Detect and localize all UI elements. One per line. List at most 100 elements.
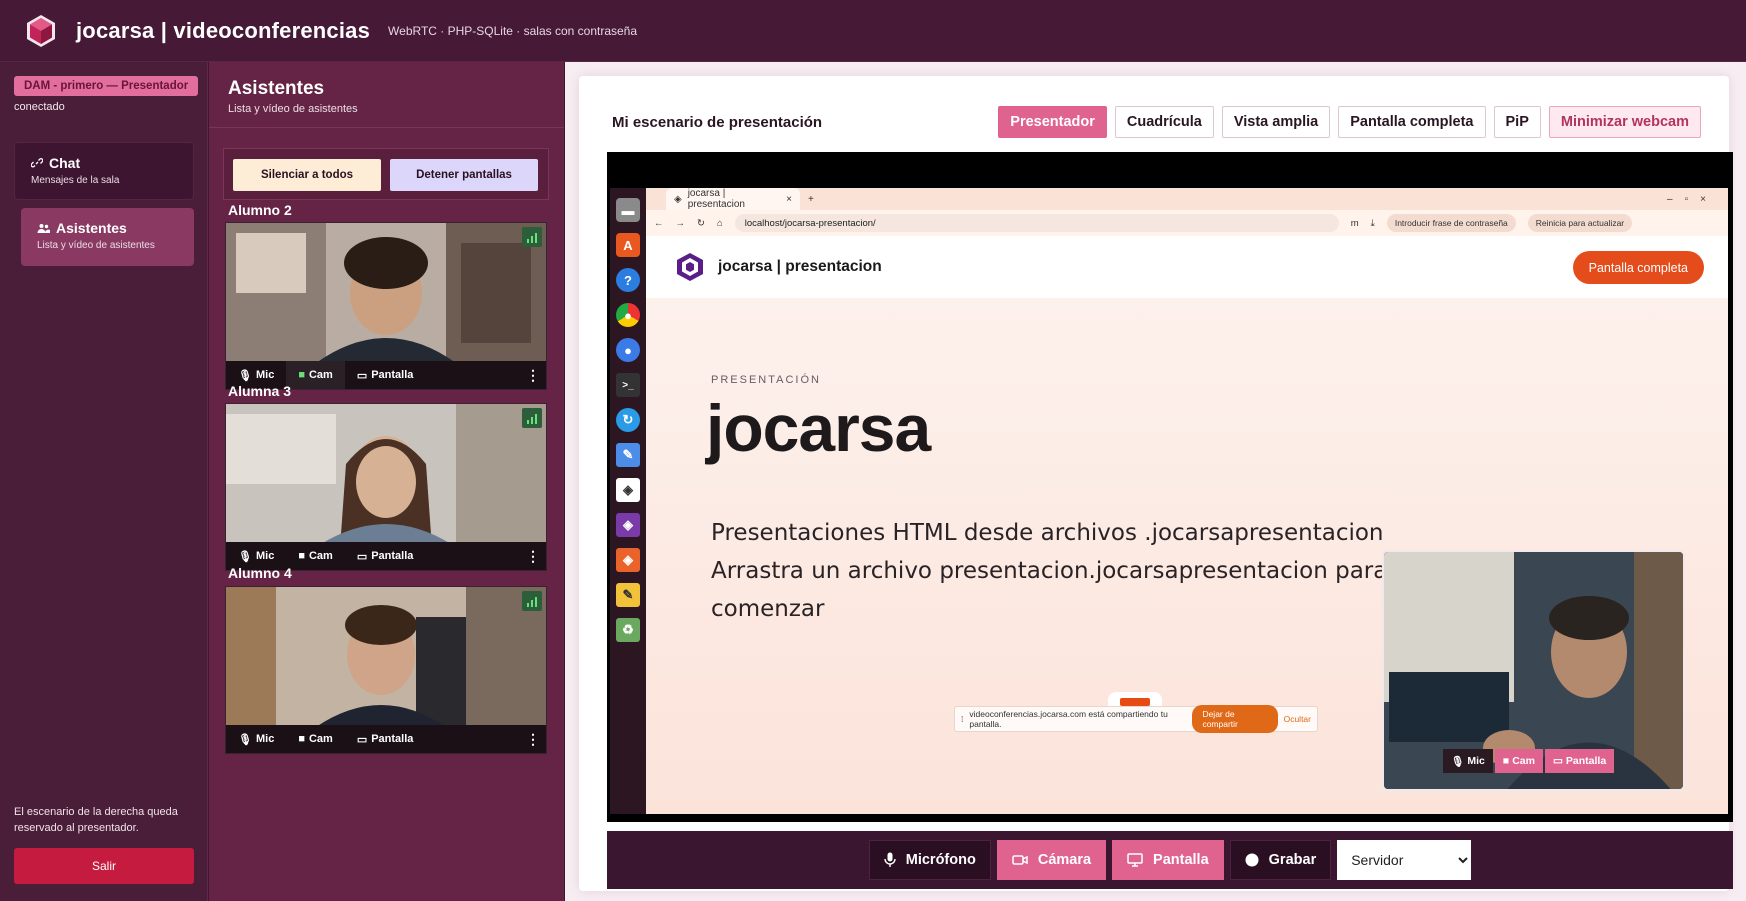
cube-orange-icon[interactable]: ◈: [616, 548, 640, 572]
attendee-name: Alumna 3: [228, 383, 292, 399]
microphone-button[interactable]: Micrófono: [868, 840, 991, 880]
tile-cam-label: Cam: [308, 369, 333, 381]
attendee-tile: 🎙 Mic ■ Cam ▭ Pantalla ⋮: [225, 403, 547, 571]
screen-icon: ▭: [356, 369, 368, 382]
tile-screen-button[interactable]: ▭ Pantalla: [345, 542, 426, 570]
view-fullscreen-button[interactable]: Pantalla completa: [1338, 106, 1486, 138]
window-controls-icon[interactable]: –▫×: [1667, 194, 1718, 205]
cube-purple-icon[interactable]: ◈: [616, 513, 640, 537]
tile-cam-label: Cam: [308, 733, 333, 745]
attendees-header: Asistentes Lista y vídeo de asistentes: [209, 62, 564, 128]
text-editor-icon[interactable]: ✎: [616, 443, 640, 467]
shared-screen: ▬ A ? ● ● >_ ↻ ✎ ◈ ◈ ◈ ✎ ♻ ◈ jocarsa | p…: [607, 152, 1733, 822]
home-icon[interactable]: ⌂: [717, 218, 723, 229]
address-bar[interactable]: localhost/jocarsa-presentacion/: [734, 214, 1339, 232]
sidebar-item-label: Chat: [49, 155, 81, 171]
attendees-actions: Silenciar a todos Detener pantallas: [223, 148, 549, 200]
microphone-icon: 🎙: [238, 550, 252, 563]
share-notice-bar: ⁞ videoconferencias.jocarsa.com está com…: [954, 705, 1318, 733]
monitor-icon: [1127, 853, 1143, 867]
tab-title: jocarsa | presentacion: [687, 188, 745, 210]
camera-button[interactable]: Cámara: [996, 840, 1107, 880]
tile-mic-label: Mic: [255, 733, 275, 745]
share-notice-text: videoconferencias.jocarsa.com está compa…: [969, 709, 1168, 729]
tile-screen-button[interactable]: ▭ Pantalla: [345, 361, 426, 389]
stage-area: Mi escenario de presentación Presentador…: [565, 62, 1746, 901]
app-title: jocarsa | videoconferencias: [76, 17, 371, 43]
sidebar-item-attendees[interactable]: Asistentes Lista y vídeo de asistentes: [21, 208, 194, 266]
server-select[interactable]: Servidor: [1337, 840, 1472, 880]
attendee-video: [226, 587, 546, 727]
app-logo-icon: [27, 14, 55, 47]
view-presenter-button[interactable]: Presentador: [998, 106, 1107, 138]
presenter-note: El escenario de la derecha queda reserva…: [14, 806, 178, 834]
attendees-title: Asistentes: [228, 78, 325, 99]
view-mode-buttons: Presentador Cuadrícula Vista amplia Pant…: [998, 106, 1701, 138]
tile-mic-button[interactable]: 🎙 Mic: [226, 725, 286, 753]
passphrase-chip[interactable]: Introducir frase de contraseña: [1386, 214, 1516, 232]
sidebar-item-chat[interactable]: Chat Mensajes de la sala: [14, 142, 194, 200]
download-icon[interactable]: ⤓: [1371, 218, 1375, 229]
camera-icon: [1012, 855, 1028, 865]
screen-icon: ▭: [356, 550, 368, 563]
attendee-name: Alumno 4: [228, 565, 292, 581]
more-options-icon[interactable]: ⋮: [526, 548, 546, 565]
new-tab-icon[interactable]: +: [808, 194, 814, 205]
tile-cam-button[interactable]: ■ Cam: [286, 361, 345, 389]
trash-icon[interactable]: ♻: [616, 618, 640, 642]
stage-card: Mi escenario de presentación Presentador…: [579, 76, 1733, 891]
stop-screens-button[interactable]: Detener pantallas: [390, 159, 538, 191]
record-button[interactable]: Grabar: [1229, 840, 1332, 880]
pip-mic-button[interactable]: 🎙 Mic: [1443, 749, 1493, 773]
forward-icon[interactable]: →: [676, 218, 686, 229]
tile-screen-button[interactable]: ▭ Pantalla: [345, 725, 426, 753]
help-icon[interactable]: ?: [616, 268, 640, 292]
tile-cam-button[interactable]: ■ Cam: [286, 725, 345, 753]
microphone-icon: 🎙: [1451, 755, 1465, 768]
more-options-icon[interactable]: ⋮: [526, 367, 546, 384]
sync-icon[interactable]: ↻: [616, 408, 640, 432]
notes-icon[interactable]: ✎: [616, 583, 640, 607]
site-fullscreen-button[interactable]: Pantalla completa: [1572, 251, 1704, 284]
pip-cam-button[interactable]: ■ Cam: [1494, 749, 1543, 773]
stage-title: Mi escenario de presentación: [612, 114, 823, 131]
cube-icon[interactable]: ◈: [616, 478, 640, 502]
restart-update-chip[interactable]: Reinicia para actualizar: [1527, 214, 1633, 232]
extensions-icon[interactable]: m: [1351, 218, 1359, 229]
sidebar-item-label: Asistentes: [56, 220, 127, 236]
drag-handle-icon[interactable]: ⁞: [961, 714, 963, 724]
tab-close-icon[interactable]: ×: [786, 194, 792, 205]
hide-share-notice-button[interactable]: Ocultar: [1284, 714, 1311, 724]
tile-cam-button[interactable]: ■ Cam: [286, 542, 345, 570]
site-name: jocarsa | presentacion: [718, 258, 882, 275]
silence-all-button[interactable]: Silenciar a todos: [233, 159, 381, 191]
view-wide-button[interactable]: Vista amplia: [1221, 106, 1331, 138]
stop-sharing-button[interactable]: Dejar de compartir: [1192, 705, 1278, 733]
minimize-webcam-button[interactable]: Minimizar webcam: [1548, 106, 1701, 138]
app-subtitle: WebRTC · PHP-SQLite · salas con contrase…: [388, 23, 638, 38]
camera-label: Cámara: [1037, 852, 1092, 868]
pip-screen-button[interactable]: ▭ Pantalla: [1544, 749, 1615, 773]
connection-status: conectado: [14, 101, 65, 113]
more-options-icon[interactable]: ⋮: [526, 731, 546, 748]
screen-share-button[interactable]: Pantalla: [1112, 840, 1224, 880]
chrome-icon[interactable]: ●: [616, 303, 640, 327]
site-header: jocarsa | presentacion Pantalla completa: [646, 236, 1728, 298]
pip-screen-label: Pantalla: [1565, 755, 1607, 767]
screen-icon: ▭: [1552, 755, 1563, 767]
top-bar: jocarsa | videoconferencias WebRTC · PHP…: [0, 0, 1746, 62]
session-badge: DAM - primero — Presentador: [14, 76, 199, 96]
view-grid-button[interactable]: Cuadrícula: [1114, 106, 1214, 138]
microphone-icon: [884, 852, 896, 867]
view-pip-button[interactable]: PiP: [1493, 106, 1541, 138]
screen-icon: ▭: [356, 733, 368, 746]
terminal-icon[interactable]: >_: [616, 373, 640, 397]
reload-icon[interactable]: ↻: [697, 218, 705, 229]
browser-tab[interactable]: ◈ jocarsa | presentacion ×: [666, 188, 800, 210]
chromium-icon[interactable]: ●: [616, 338, 640, 362]
files-icon[interactable]: ▬: [616, 198, 640, 222]
exit-button[interactable]: Salir: [14, 848, 194, 884]
back-icon[interactable]: ←: [654, 218, 664, 229]
software-store-icon[interactable]: A: [616, 233, 640, 257]
signal-icon: [522, 408, 542, 428]
